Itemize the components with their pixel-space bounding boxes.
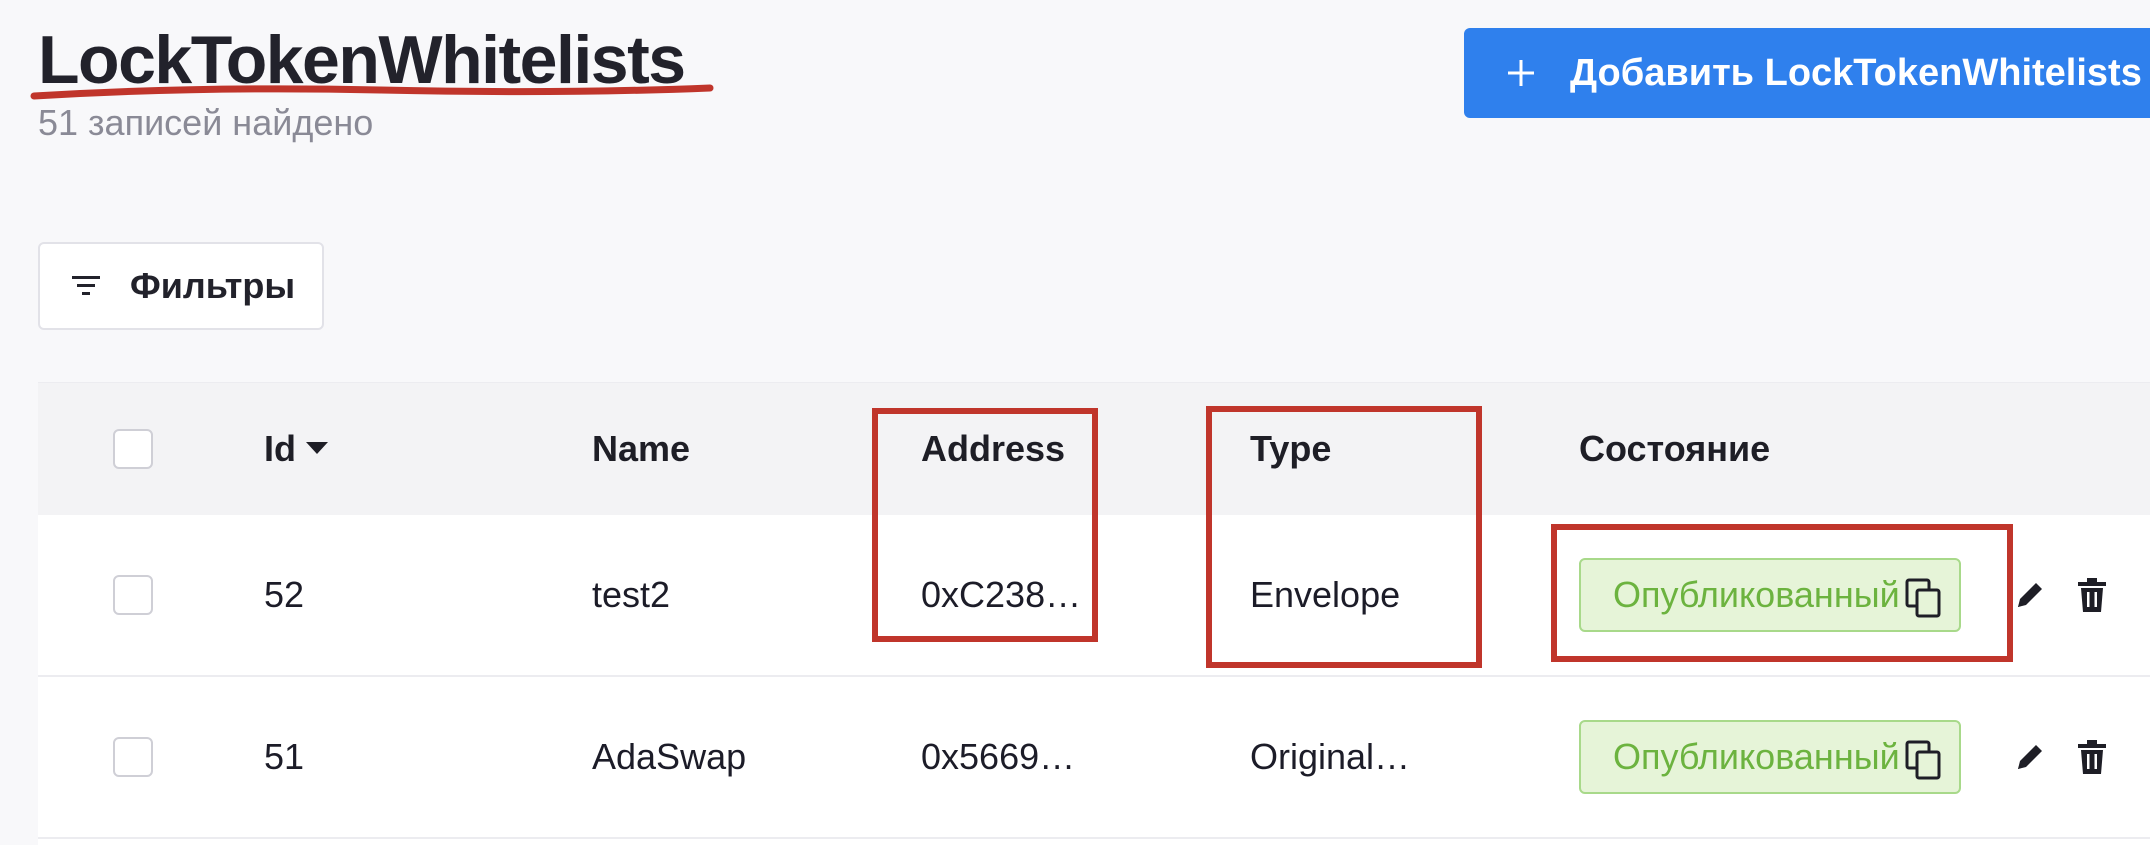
status-badge-label: Опубликованный	[1613, 736, 1900, 777]
title-underline-annotation	[30, 84, 714, 100]
trash-icon[interactable]	[2078, 578, 2106, 612]
trash-icon[interactable]	[2078, 740, 2106, 774]
filter-icon	[72, 274, 100, 298]
row-type: Original…	[1250, 736, 1411, 777]
row-checkbox[interactable]	[113, 575, 153, 615]
table-row[interactable]: 52 test2 0xC238… Envelope Опубликованный	[38, 515, 2150, 677]
copy-icon[interactable]	[1905, 578, 1943, 627]
table-header-row: Id Name Address Type Состояние	[38, 383, 2150, 517]
pencil-icon[interactable]	[2014, 741, 2046, 773]
column-header-type[interactable]: Type	[1250, 383, 1331, 515]
copy-icon[interactable]	[1905, 740, 1943, 789]
table-row[interactable]: 51 AdaSwap 0x5669… Original… Опубликован…	[38, 677, 2150, 839]
row-id: 52	[264, 574, 305, 615]
add-button-label: Добавить LockTokenWhitelists	[1570, 51, 2142, 94]
row-name: AdaSwap	[592, 736, 747, 777]
column-header-address[interactable]: Address	[921, 383, 1065, 515]
records-count: 51 записей найдено	[38, 102, 374, 143]
add-lock-token-whitelist-button[interactable]: Добавить LockTokenWhitelists	[1464, 28, 2150, 118]
column-header-status[interactable]: Состояние	[1579, 383, 1770, 515]
row-address: 0x5669…	[921, 736, 1076, 777]
select-all-checkbox[interactable]	[113, 429, 153, 469]
row-type: Envelope	[1250, 574, 1401, 615]
filters-label: Фильтры	[130, 265, 296, 306]
status-badge: Опубликованный	[1579, 720, 1961, 794]
data-table: Id Name Address Type Состояние 52 test2 …	[38, 382, 2150, 845]
row-checkbox[interactable]	[113, 737, 153, 777]
pencil-icon[interactable]	[2014, 579, 2046, 611]
row-id: 51	[264, 736, 305, 777]
column-header-id-label: Id	[264, 428, 296, 469]
column-header-name[interactable]: Name	[592, 383, 690, 515]
row-address: 0xC238…	[921, 574, 1082, 615]
row-name: test2	[592, 574, 671, 615]
sort-desc-icon[interactable]	[306, 442, 328, 456]
plus-icon	[1506, 58, 1536, 88]
column-header-id[interactable]: Id	[264, 383, 328, 515]
status-badge-label: Опубликованный	[1613, 574, 1900, 615]
filters-button[interactable]: Фильтры	[38, 242, 324, 330]
status-badge: Опубликованный	[1579, 558, 1961, 632]
